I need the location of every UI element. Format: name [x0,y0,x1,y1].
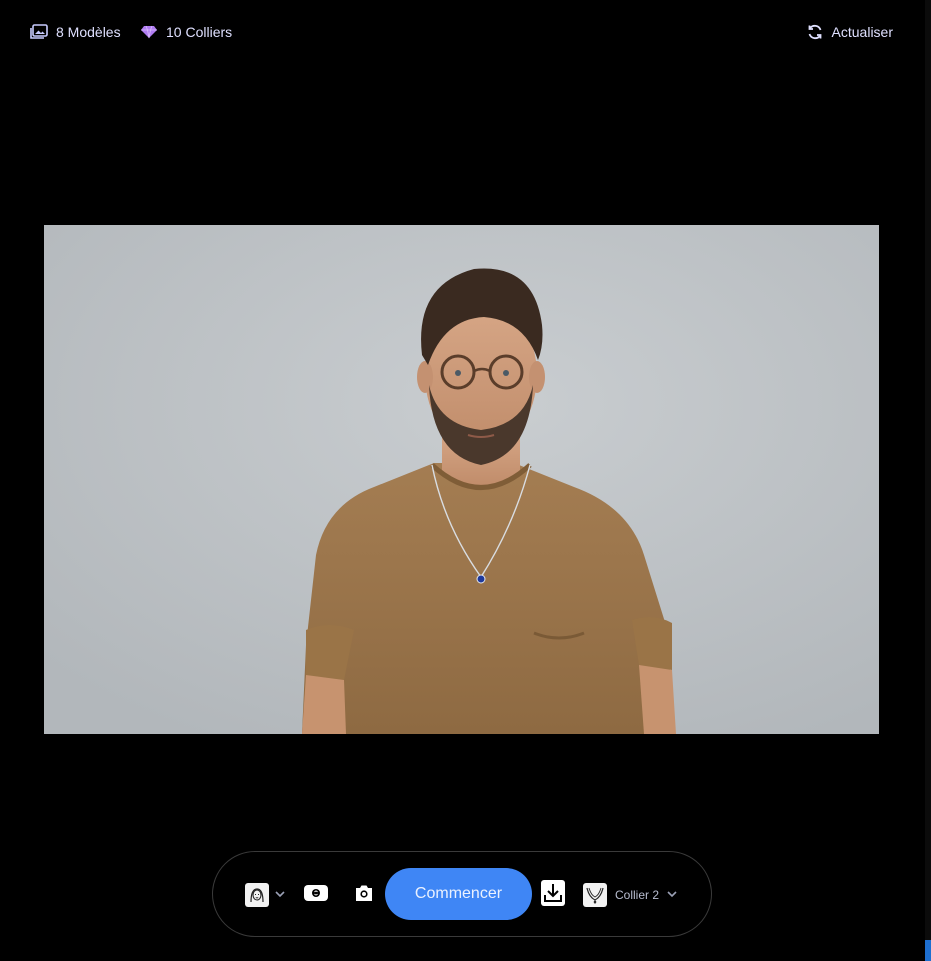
start-button[interactable]: Commencer [385,868,532,920]
download-icon [541,879,565,911]
refresh-icon [806,23,824,41]
camera-switch-button[interactable] [304,884,328,906]
images-icon [30,23,48,41]
camera-toolbar: Commencer Collier 2 [212,851,712,937]
camera-icon [354,884,374,907]
necklaces-count: 10 Colliers [140,22,232,42]
models-count-label: 8 Modèles [56,24,121,40]
refresh-button[interactable]: Actualiser [806,22,893,42]
chevron-down-icon [667,890,677,901]
camera-switch-icon [304,884,328,906]
refresh-label: Actualiser [831,24,893,40]
model-photo [44,225,879,734]
preview-image [44,225,879,734]
snapshot-button[interactable] [353,884,375,906]
scrollbar-thumb[interactable] [925,940,931,961]
necklace-selected-label: Collier 2 [615,888,660,902]
necklace-icon [583,883,607,907]
face-thumbnail-icon [245,883,269,907]
necklace-picker[interactable]: Collier 2 [583,882,677,908]
diamond-icon [140,23,158,41]
model-picker[interactable] [245,882,285,908]
chevron-down-icon [275,890,285,901]
necklaces-count-label: 10 Colliers [166,24,233,40]
top-bar: 8 Modèles 10 Colliers Actualiser [0,0,931,64]
models-count: 8 Modèles [30,22,121,42]
download-button[interactable] [541,879,565,911]
scrollbar-track[interactable] [925,0,931,961]
